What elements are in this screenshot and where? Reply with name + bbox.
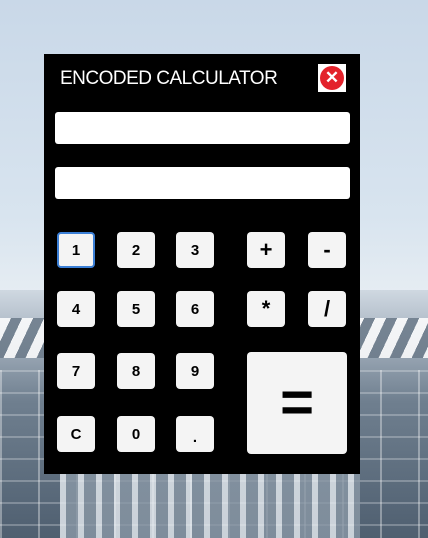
clear-button[interactable]: C <box>57 416 95 452</box>
close-button[interactable]: ✕ <box>318 64 346 92</box>
decimal-button[interactable]: . <box>176 416 214 452</box>
key-5[interactable]: 5 <box>117 291 155 327</box>
key-3[interactable]: 3 <box>176 232 214 268</box>
result-field[interactable] <box>55 167 350 199</box>
key-2[interactable]: 2 <box>117 232 155 268</box>
divide-button[interactable]: / <box>308 291 346 327</box>
calculator-window: ENCODED CALCULATOR ✕ 1 2 3 + - 4 5 6 * /… <box>44 54 360 474</box>
key-6[interactable]: 6 <box>176 291 214 327</box>
key-1[interactable]: 1 <box>57 232 95 268</box>
key-8[interactable]: 8 <box>117 353 155 389</box>
key-9[interactable]: 9 <box>176 353 214 389</box>
close-icon: ✕ <box>320 66 344 90</box>
key-4[interactable]: 4 <box>57 291 95 327</box>
background-entrance <box>60 470 360 538</box>
equals-button[interactable]: = <box>247 352 347 454</box>
input-field[interactable] <box>55 112 350 144</box>
minus-button[interactable]: - <box>308 232 346 268</box>
window-title: ENCODED CALCULATOR <box>60 68 278 89</box>
multiply-button[interactable]: * <box>247 291 285 327</box>
key-7[interactable]: 7 <box>57 353 95 389</box>
key-0[interactable]: 0 <box>117 416 155 452</box>
plus-button[interactable]: + <box>247 232 285 268</box>
